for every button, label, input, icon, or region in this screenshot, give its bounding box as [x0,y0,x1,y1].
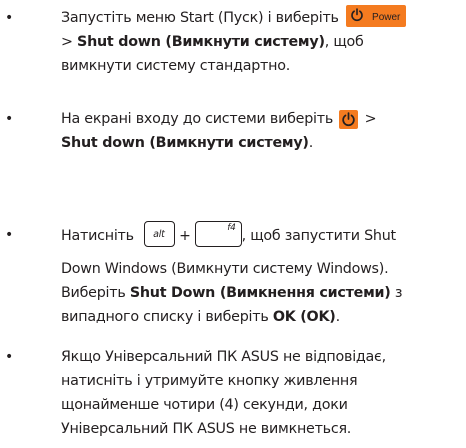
text-segment: На екрані входу до системи виберіть [61,111,334,127]
bold-text: Shut Down (Вимкнення системи) [129,285,391,301]
text-line: Down Windows (Вимкнути систему Windows). [61,257,466,281]
text-segment: Down Windows (Вимкнути систему Windows). [61,261,389,277]
text-line: щонайменше чотири (4) секунди, доки [61,393,466,417]
text-segment: щонайменше чотири (4) секунди, доки [61,397,348,413]
list-item-text: Якщо Універсальний ПК ASUS не відповідає… [61,345,466,441]
bullet: • [5,111,14,127]
text-segment: Якщо Універсальний ПК ASUS не відповідає… [61,349,386,365]
text-segment: . [335,309,341,325]
power-icon [342,111,356,126]
text-segment: вимкнути систему стандартно. [61,58,291,74]
text-segment: випадного списку і виберіть [61,309,273,325]
text-segment: Виберіть [61,285,130,301]
text-line: > Shut down (Вимкнути систему), щоб [61,30,466,54]
f4-key: f4 [194,221,242,247]
text-segment: , щоб запустити Shut [241,228,397,244]
list-item-text: Натисніть alt + f4 , щоб запустити Shut Dow… [61,221,466,329]
text-segment: . [308,135,314,151]
bullet: • [5,10,14,26]
bold-text: Shut down (Вимкнути систему) [61,135,309,151]
bold-text: OK (OK) [272,309,336,325]
text-line: Запустіть меню Start (Пуск) і виберіть P… [61,5,466,30]
power-button [339,109,359,129]
text-line: Натисніть alt + f4 , щоб запустити Shut [61,221,466,257]
text-segment: > [61,34,78,50]
bullet: • [5,349,14,365]
text-segment: , щоб [324,34,364,50]
f4-key-label: f4 [227,223,236,233]
list-item-text: Запустіть меню Start (Пуск) і виберіть P… [61,5,466,78]
text-segment: Запустіть меню Start (Пуск) і виберіть [61,10,339,26]
text-segment: Універсальний ПК ASUS не вимкнеться. [61,421,352,437]
text-line: вимкнути систему стандартно. [61,54,466,78]
power-icon [351,8,363,22]
start-power-button: Power [346,5,407,27]
text-line: Виберіть Shut Down (Вимкнення системи) з [61,281,466,305]
text-segment: > [360,111,377,127]
list-item-text: На екрані входу до системи виберіть > Sh… [61,107,466,155]
power-label: Power [372,12,401,23]
alt-key: alt [144,221,176,247]
bullet: • [5,227,14,243]
text-line: Універсальний ПК ASUS не вимкнеться. [61,417,466,441]
alt-key-label: alt [153,229,165,240]
text-segment: Натисніть [61,228,134,244]
plus-sign: + [179,228,191,244]
bold-text: Shut down (Вимкнути систему) [77,34,325,50]
text-line: Якщо Універсальний ПК ASUS не відповідає… [61,345,466,369]
text-line: натисніть і утримуйте кнопку живлення [61,369,466,393]
text-line: випадного списку і виберіть OK (OK). [61,305,466,329]
text-line: Shut down (Вимкнути систему). [61,131,466,155]
text-segment: з [390,285,403,301]
text-segment: натисніть і утримуйте кнопку живлення [61,373,358,389]
text-line: На екрані входу до системи виберіть > [61,107,466,131]
